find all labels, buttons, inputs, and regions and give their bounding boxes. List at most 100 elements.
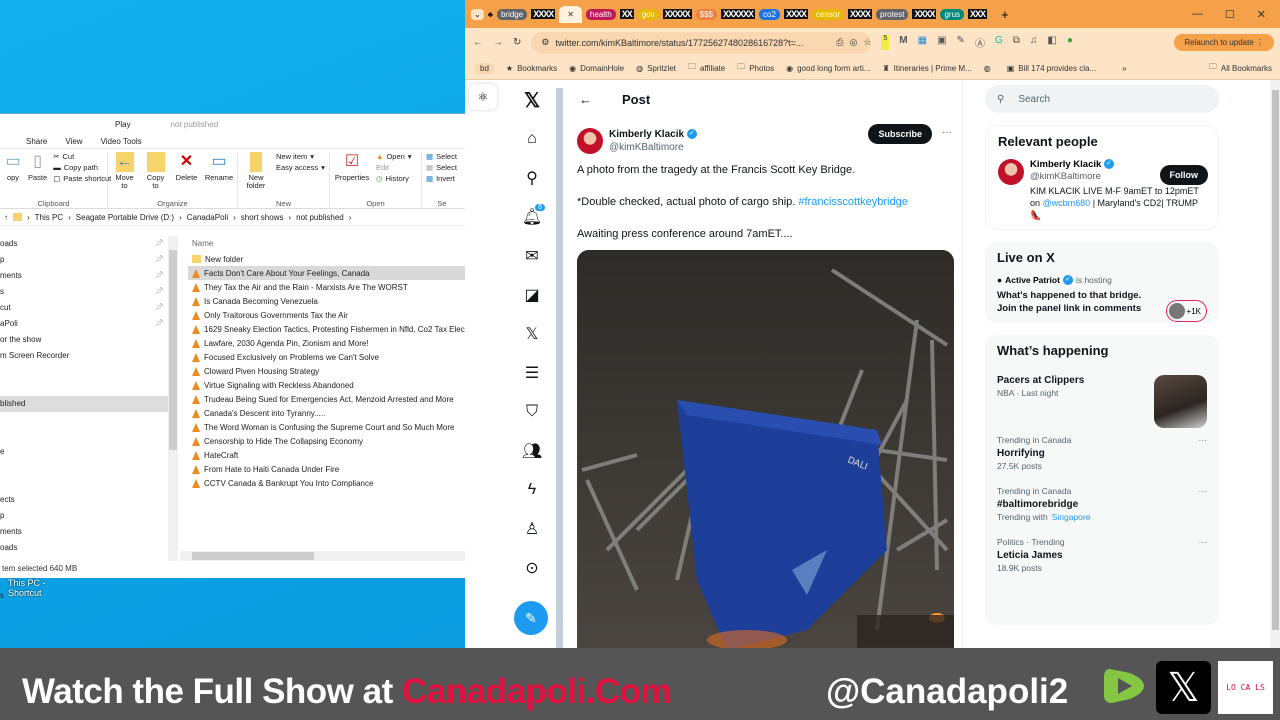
notifications-bell-icon[interactable]: 🔔︎ 6: [522, 203, 546, 227]
edit-button[interactable]: Edit: [376, 163, 412, 172]
tab-redacted[interactable]: XXXX: [531, 9, 556, 19]
nav-item[interactable]: s 📌︎: [0, 284, 168, 300]
tab-bridge[interactable]: bridge: [496, 8, 528, 20]
lists-icon[interactable]: ☰: [522, 363, 542, 383]
invert-selection-button[interactable]: ▦ Invert: [426, 174, 458, 183]
address-bar[interactable]: ↑ › This PC › Seagate Portable Drive (D:) …: [0, 209, 466, 226]
host-name[interactable]: Active Patriot: [1005, 275, 1060, 285]
relaunch-button[interactable]: Relaunch to update ⋮: [1174, 34, 1274, 51]
more-circle-icon[interactable]: ⊙: [522, 558, 542, 578]
nav-item[interactable]: [0, 476, 168, 492]
reload-button[interactable]: ↻: [513, 37, 521, 48]
pin-icon[interactable]: 📌︎: [155, 300, 164, 316]
avatar[interactable]: [577, 128, 603, 154]
lightning-icon[interactable]: ϟ: [522, 480, 542, 500]
nav-item[interactable]: m Screen Recorder: [0, 348, 168, 364]
nav-item[interactable]: [0, 460, 168, 476]
tab-grus[interactable]: grus: [940, 8, 965, 20]
person-name[interactable]: Kimberly Klacik: [1030, 159, 1101, 170]
star-icon[interactable]: ☆: [863, 37, 871, 48]
cut-button[interactable]: ✂ Cut: [53, 152, 111, 161]
compose-post-button[interactable]: ✎: [514, 601, 548, 635]
history-button[interactable]: ◷ History: [376, 174, 412, 183]
nav-item[interactable]: ects: [0, 492, 168, 508]
follow-button[interactable]: Follow: [1159, 165, 1208, 185]
search-input[interactable]: ⚲ Search: [985, 85, 1219, 113]
tab-video-tools[interactable]: Video Tools: [101, 137, 142, 146]
up-arrow-icon[interactable]: ↑: [4, 213, 8, 222]
copy-button[interactable]: ▭ opy: [4, 152, 22, 182]
bookmark-item[interactable]: ▣ Bill 174 provides cla...: [1007, 64, 1096, 73]
column-header-name[interactable]: Name: [188, 236, 466, 252]
file-row[interactable]: Focused Exclusively on Problems we Can't…: [188, 350, 466, 364]
tab-redacted[interactable]: XXXX: [783, 9, 808, 19]
move-to-button[interactable]: ← Move to: [112, 152, 137, 190]
ext-a-icon[interactable]: Ⓐ: [975, 35, 985, 50]
tab-protest[interactable]: protest: [876, 8, 909, 20]
trend-more-icon[interactable]: ···: [1199, 536, 1208, 549]
open-button[interactable]: ▲ Open ▾: [376, 152, 412, 161]
file-row[interactable]: Canada's Descent into Tyranny.....: [188, 406, 466, 420]
tab-gov[interactable]: gov: [637, 8, 659, 20]
author-name[interactable]: Kimberly Klacik: [609, 129, 684, 140]
grammarly-icon[interactable]: G: [995, 35, 1003, 50]
avatar[interactable]: [998, 159, 1024, 185]
horizontal-scrollbar[interactable]: [180, 551, 466, 561]
bookmark-item[interactable]: 🗀 Photos: [737, 61, 774, 75]
file-row[interactable]: Is Canada Becoming Venezuela: [188, 294, 466, 308]
bookmark-item[interactable]: ★ Bookmarks: [506, 64, 557, 73]
nav-scrollbar[interactable]: [168, 236, 178, 561]
bookmark-item[interactable]: ◉ DomainHole: [569, 64, 624, 73]
extension-bubble-icon[interactable]: ⚛: [469, 84, 497, 110]
file-row[interactable]: They Tax the Air and the Rain - Marxists…: [188, 280, 466, 294]
nav-item[interactable]: oads: [0, 540, 168, 556]
file-row[interactable]: Lawfare, 2030 Agenda Pin, Zionism and Mo…: [188, 336, 466, 350]
tab-redacted[interactable]: XXXXXX: [721, 9, 756, 19]
bookmark-item[interactable]: ♜ Itineraries | Prime M...: [882, 64, 971, 73]
properties-button[interactable]: ☑ Properties: [334, 152, 370, 182]
nav-item[interactable]: ments 📌︎: [0, 268, 168, 284]
eye-off-icon[interactable]: ◎: [849, 37, 857, 48]
file-row[interactable]: New folder: [188, 252, 466, 266]
breadcrumb-short-shows[interactable]: short shows: [241, 213, 284, 222]
select-none-button[interactable]: ▦ Select: [426, 163, 458, 172]
delete-button[interactable]: ✕ Delete: [174, 152, 199, 182]
install-icon[interactable]: ⎙: [836, 37, 843, 48]
file-row[interactable]: HateCraft: [188, 448, 466, 462]
ext-notes-icon[interactable]: 5: [881, 35, 890, 50]
live-on-x-card[interactable]: Live on X ● Active Patriot ✓ is hosting Wha…: [985, 242, 1219, 323]
minimize-button[interactable]: —: [1192, 8, 1203, 21]
bookmark-item[interactable]: bd: [475, 62, 494, 74]
search-icon[interactable]: ⚲: [522, 168, 542, 188]
nav-item[interactable]: p: [0, 508, 168, 524]
grok-icon[interactable]: ◪: [522, 285, 542, 305]
file-row[interactable]: Facts Don't Care About Your Feelings, Ca…: [188, 266, 466, 280]
breadcrumb-canadapoli[interactable]: CanadaPoli: [187, 213, 228, 222]
new-item-button[interactable]: New item ▾: [276, 152, 325, 161]
new-tab-button[interactable]: +: [1001, 7, 1009, 22]
copy-to-button[interactable]: Copy to: [143, 152, 168, 190]
ext-chart-icon[interactable]: ▦: [918, 35, 927, 50]
tab-redacted[interactable]: XXXX: [912, 9, 937, 19]
paste-shortcut-button[interactable]: ▢ Paste shortcut: [53, 174, 111, 183]
file-row[interactable]: Cloward Piven Housing Strategy: [188, 364, 466, 378]
tab-share[interactable]: Share: [26, 137, 47, 146]
trend-item[interactable]: Trending in Canada ··· Horrifying 27.5K pos…: [997, 428, 1207, 479]
ext-gallery-icon[interactable]: ▣: [937, 35, 946, 50]
breadcrumb-not-published[interactable]: not published: [296, 213, 344, 222]
ext-paint-icon[interactable]: ✎: [957, 35, 965, 50]
file-row[interactable]: The Word Woman is Confusing the Supreme …: [188, 420, 466, 434]
new-folder-button[interactable]: New folder: [242, 152, 270, 190]
trend-more-icon[interactable]: ···: [1199, 434, 1208, 447]
mention-link[interactable]: @wcbm680: [1043, 198, 1091, 208]
file-row[interactable]: Trudeau Being Sued for Emergencies Act, …: [188, 392, 466, 406]
site-info-icon[interactable]: ⚙: [541, 37, 549, 48]
tab-redacted[interactable]: XX: [619, 9, 634, 19]
more-options-icon[interactable]: ···: [942, 127, 952, 138]
trend-item[interactable]: Pacers at Clippers NBA · Last night: [997, 368, 1207, 428]
pin-icon[interactable]: 📌︎: [155, 284, 164, 300]
trend-item[interactable]: Trending in Canada ··· #baltimorebridge Tre…: [997, 479, 1207, 530]
all-bookmarks[interactable]: 🗀 All Bookmarks: [1209, 61, 1272, 75]
file-row[interactable]: CCTV Canada & Bankrupt You Into Complian…: [188, 476, 466, 490]
nav-item[interactable]: [0, 428, 168, 444]
